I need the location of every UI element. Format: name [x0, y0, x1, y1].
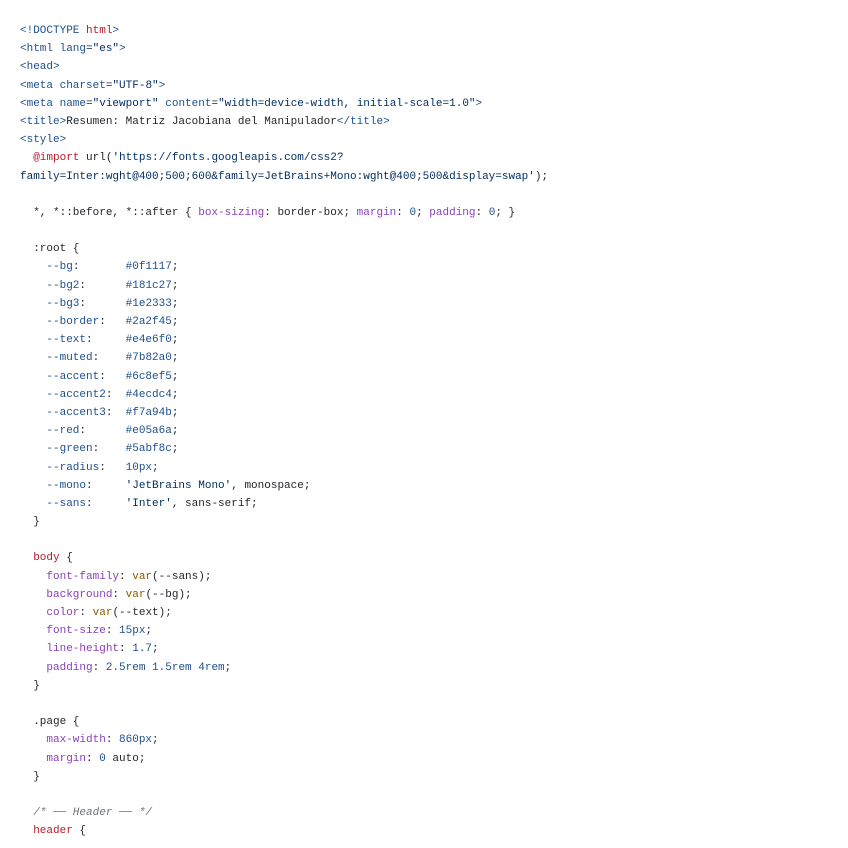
code-line: --red: #e05a6a; — [20, 425, 179, 438]
code-line: --border: #2a2f45; — [20, 316, 179, 328]
code-line: <meta charset="UTF-8"> — [20, 79, 166, 92]
code-line: } — [20, 770, 40, 783]
code-line: font-size: 15px; — [20, 625, 153, 638]
code-line: margin: 0 auto; — [20, 752, 146, 765]
code-line: /* ── Header ── */ — [20, 807, 153, 820]
code-line: --radius: 10px; — [20, 461, 159, 474]
code-line: header { — [33, 825, 87, 838]
code-view: <!DOCTYPE html> <html lang="es"> <head> … — [20, 22, 830, 840]
code-line: :root { — [20, 243, 80, 256]
code-line: --bg3: #1e2333; — [20, 297, 179, 310]
code-line: <head> — [20, 61, 60, 74]
code-line: <title>Resumen: Matriz Jacobiana del Man… — [20, 115, 390, 128]
code-line: font-family: var(--sans); — [20, 570, 212, 583]
code-line: <style> — [20, 134, 67, 147]
code-line: <html lang="es"> — [20, 43, 126, 56]
code-line: background: var(--bg); — [20, 588, 192, 601]
code-line: --bg2: #181c27; — [20, 279, 179, 292]
code-line: .page { — [20, 716, 80, 729]
code-line: } — [20, 679, 40, 692]
code-line: line-height: 1.7; — [20, 643, 159, 656]
code-line: color: var(--text); — [20, 607, 172, 619]
code-line: *, *::before, *::after { box-sizing: bor… — [20, 206, 516, 219]
code-line: --accent2: #4ecdc4; — [20, 388, 179, 401]
code-line: max-width: 860px; — [20, 734, 159, 747]
code-line: } — [20, 516, 40, 529]
code-line: --accent: #6c8ef5; — [20, 370, 179, 383]
code-line: padding: 2.5rem 1.5rem 4rem; — [20, 661, 232, 674]
code-line: --accent3: #f7a94b; — [20, 406, 179, 419]
code-line: <!DOCTYPE html> — [20, 25, 120, 37]
code-line: body { — [33, 552, 73, 565]
code-line: <meta name="viewport" content="width=dev… — [20, 97, 483, 110]
code-line: --mono: 'JetBrains Mono', monospace; — [20, 479, 311, 492]
code-line: --green: #5abf8c; — [20, 443, 179, 456]
code-line: --text: #e4e6f0; — [20, 334, 179, 347]
code-line: --muted: #7b82a0; — [20, 352, 179, 365]
code-line: family=Inter:wght@400;500;600&family=Jet… — [20, 170, 549, 183]
code-line: --bg: #0f1117; — [20, 261, 179, 274]
code-line: @import url('https://fonts.googleapis.co… — [33, 152, 344, 165]
code-line: --sans: 'Inter', sans-serif; — [20, 497, 258, 510]
